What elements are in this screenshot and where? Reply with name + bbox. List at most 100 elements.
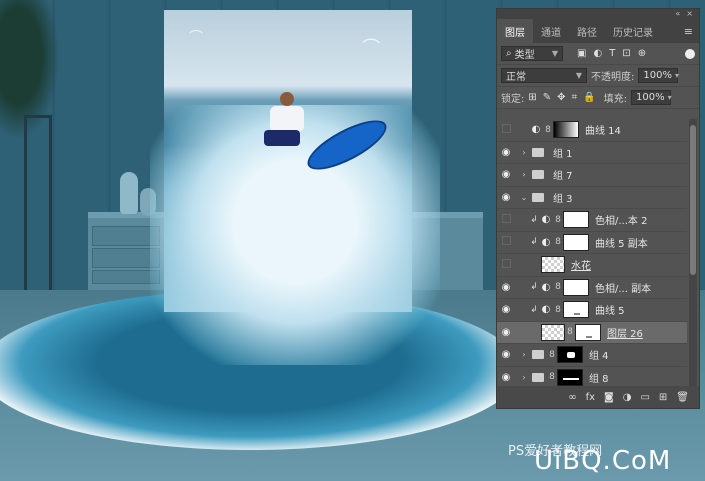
tab-channels[interactable]: 通道 xyxy=(533,19,569,43)
layer-name: 组 4 xyxy=(589,351,609,363)
visibility-eye-icon[interactable]: ◉ xyxy=(497,147,515,158)
adjustment-layer-icon[interactable]: ◐ xyxy=(539,304,553,315)
layer-row[interactable]: ↲ ◐ 8 曲线 5 副本 xyxy=(497,232,687,254)
mask-link-icon[interactable]: 8 xyxy=(553,237,563,247)
layer-row[interactable]: ↲ ◐ 8 色相/...本 2 xyxy=(497,209,687,232)
visibility-eye-icon[interactable]: ◉ xyxy=(497,304,515,315)
opacity-field[interactable]: 100% ▾ xyxy=(638,68,679,83)
adjustment-layer-icon[interactable]: ◐ xyxy=(539,282,553,293)
lock-artboard-icon[interactable]: ⌗ xyxy=(572,92,578,103)
adjustment-filter-icon[interactable]: ◐ xyxy=(593,48,602,59)
mask-icon[interactable]: ◙ xyxy=(604,392,614,403)
layer-row[interactable]: ◉ 8 图层 26 xyxy=(497,321,687,344)
mask-link-icon[interactable]: 8 xyxy=(547,372,557,382)
lock-transparent-icon[interactable]: ⊞ xyxy=(528,92,536,103)
visibility-eye-icon[interactable]: ◉ xyxy=(497,169,515,180)
tab-layers[interactable]: 图层 xyxy=(497,19,533,43)
shape-filter-icon[interactable]: ⊡ xyxy=(622,48,630,59)
fx-icon[interactable]: fx xyxy=(586,392,595,403)
lock-image-icon[interactable]: ✎ xyxy=(543,92,551,103)
folder-icon xyxy=(532,192,544,202)
surfer xyxy=(262,92,322,162)
folder-icon xyxy=(532,350,544,360)
layer-row[interactable]: ◉ ↲ ◐ 8 曲线 5 xyxy=(497,299,687,322)
visibility-eye-icon[interactable]: ◉ xyxy=(497,349,515,360)
mask-link-icon[interactable]: 8 xyxy=(553,215,563,225)
layer-thumbnail[interactable] xyxy=(541,256,565,274)
folder-icon[interactable]: ▭ xyxy=(640,392,649,403)
mask-link-icon[interactable]: 8 xyxy=(553,305,563,315)
adjustment-layer-icon[interactable]: ◐ xyxy=(539,214,553,225)
filter-toggle[interactable] xyxy=(685,48,695,59)
layer-row[interactable]: ◉ › 8 组 8 xyxy=(497,367,687,387)
layer-mask-thumbnail[interactable] xyxy=(563,278,589,296)
layer-row[interactable]: ◐ 8 曲线 14 xyxy=(497,119,687,142)
layer-mask-thumbnail[interactable] xyxy=(575,323,601,341)
search-icon: ⌕ xyxy=(506,48,512,59)
layer-row[interactable]: 水花 xyxy=(497,254,687,277)
layer-mask-thumbnail[interactable] xyxy=(557,368,583,386)
tab-paths[interactable]: 路径 xyxy=(569,19,605,43)
layer-mask-thumbnail[interactable] xyxy=(553,121,579,139)
adjustment-icon[interactable]: ◑ xyxy=(623,392,632,403)
new-layer-icon[interactable]: ⊞ xyxy=(659,392,667,403)
trash-icon[interactable]: 🗑 xyxy=(676,392,689,403)
clipping-arrow-icon: ↲ xyxy=(530,214,538,225)
lock-all-icon[interactable]: 🔒 xyxy=(583,92,595,103)
type-filter-icon[interactable]: T xyxy=(609,48,615,59)
layer-row[interactable]: ◉ ↲ ◐ 8 色相/... 副本 xyxy=(497,277,687,299)
chevron-right-icon[interactable]: › xyxy=(519,170,529,179)
layer-mask-thumbnail[interactable] xyxy=(563,301,589,319)
layer-row[interactable]: ◉ › 组 1 xyxy=(497,142,687,164)
filter-kind-select[interactable]: ⌕ 类型 ▼ xyxy=(501,46,563,61)
blend-row: 正常 ▼ 不透明度: 100% ▾ xyxy=(497,65,699,87)
scrollbar-thumb[interactable] xyxy=(690,125,696,275)
layer-list-scrollbar[interactable] xyxy=(689,119,697,386)
visibility-eye-icon[interactable]: ◉ xyxy=(497,327,515,338)
panel-menu-icon[interactable]: ≡ xyxy=(684,25,693,38)
layer-name: 水花 xyxy=(571,261,591,273)
chevron-right-icon[interactable]: › xyxy=(519,148,529,157)
folder-icon xyxy=(532,372,544,382)
smartobject-filter-icon[interactable]: ⊕ xyxy=(638,48,646,59)
chevron-right-icon[interactable]: › xyxy=(519,350,529,359)
tab-history[interactable]: 历史记录 xyxy=(605,19,661,43)
chevron-right-icon[interactable]: › xyxy=(519,373,529,382)
collapse-icon[interactable]: « xyxy=(675,9,680,19)
link-icon[interactable]: ∞ xyxy=(568,392,576,403)
close-icon[interactable]: × xyxy=(686,9,693,19)
visibility-eye-icon[interactable] xyxy=(497,214,515,226)
layer-mask-thumbnail[interactable] xyxy=(557,346,583,364)
layer-mask-thumbnail[interactable] xyxy=(563,233,589,251)
layer-row[interactable]: ◉ › 组 7 xyxy=(497,164,687,187)
layer-name: 组 7 xyxy=(553,171,573,183)
layer-name: 组 8 xyxy=(589,373,609,385)
visibility-eye-icon[interactable]: ◉ xyxy=(497,282,515,293)
layer-name: 曲线 5 xyxy=(595,306,625,318)
lock-position-icon[interactable]: ✥ xyxy=(557,92,565,103)
chevron-down-icon[interactable]: ⌄ xyxy=(519,193,529,202)
visibility-eye-icon[interactable] xyxy=(497,259,515,271)
layer-name: 组 1 xyxy=(553,148,573,160)
layer-row[interactable]: ◉ › 8 组 4 xyxy=(497,344,687,367)
visibility-eye-icon[interactable] xyxy=(497,236,515,248)
chevron-down-icon: ▼ xyxy=(551,49,558,58)
mask-link-icon[interactable]: 8 xyxy=(547,350,557,360)
layer-thumbnail[interactable] xyxy=(541,323,565,341)
layer-mask-thumbnail[interactable] xyxy=(563,211,589,229)
fill-field[interactable]: 100% ▾ xyxy=(631,90,672,105)
mask-link-icon[interactable]: 8 xyxy=(553,282,563,292)
pixel-filter-icon[interactable]: ▣ xyxy=(577,48,586,59)
blend-mode-select[interactable]: 正常 ▼ xyxy=(501,68,587,83)
layer-list: ◐ 8 曲线 14 ◉ › 组 1 ◉ › 组 7 ◉ ⌄ 组 3 ↲ ◐ 8 色相/...本 2 ↲ ◐ 8 曲线 … xyxy=(497,119,687,386)
adjustment-layer-icon[interactable]: ◐ xyxy=(529,124,543,135)
seagull-icon: ⌒ xyxy=(189,30,203,46)
visibility-eye-icon[interactable] xyxy=(497,124,515,136)
visibility-eye-icon[interactable]: ◉ xyxy=(497,192,515,203)
fill-value: 100% xyxy=(636,92,665,103)
mask-link-icon[interactable]: 8 xyxy=(543,125,553,135)
mask-link-icon[interactable]: 8 xyxy=(565,327,575,337)
adjustment-layer-icon[interactable]: ◐ xyxy=(539,237,553,248)
visibility-eye-icon[interactable]: ◉ xyxy=(497,372,515,383)
layer-row[interactable]: ◉ ⌄ 组 3 xyxy=(497,187,687,209)
